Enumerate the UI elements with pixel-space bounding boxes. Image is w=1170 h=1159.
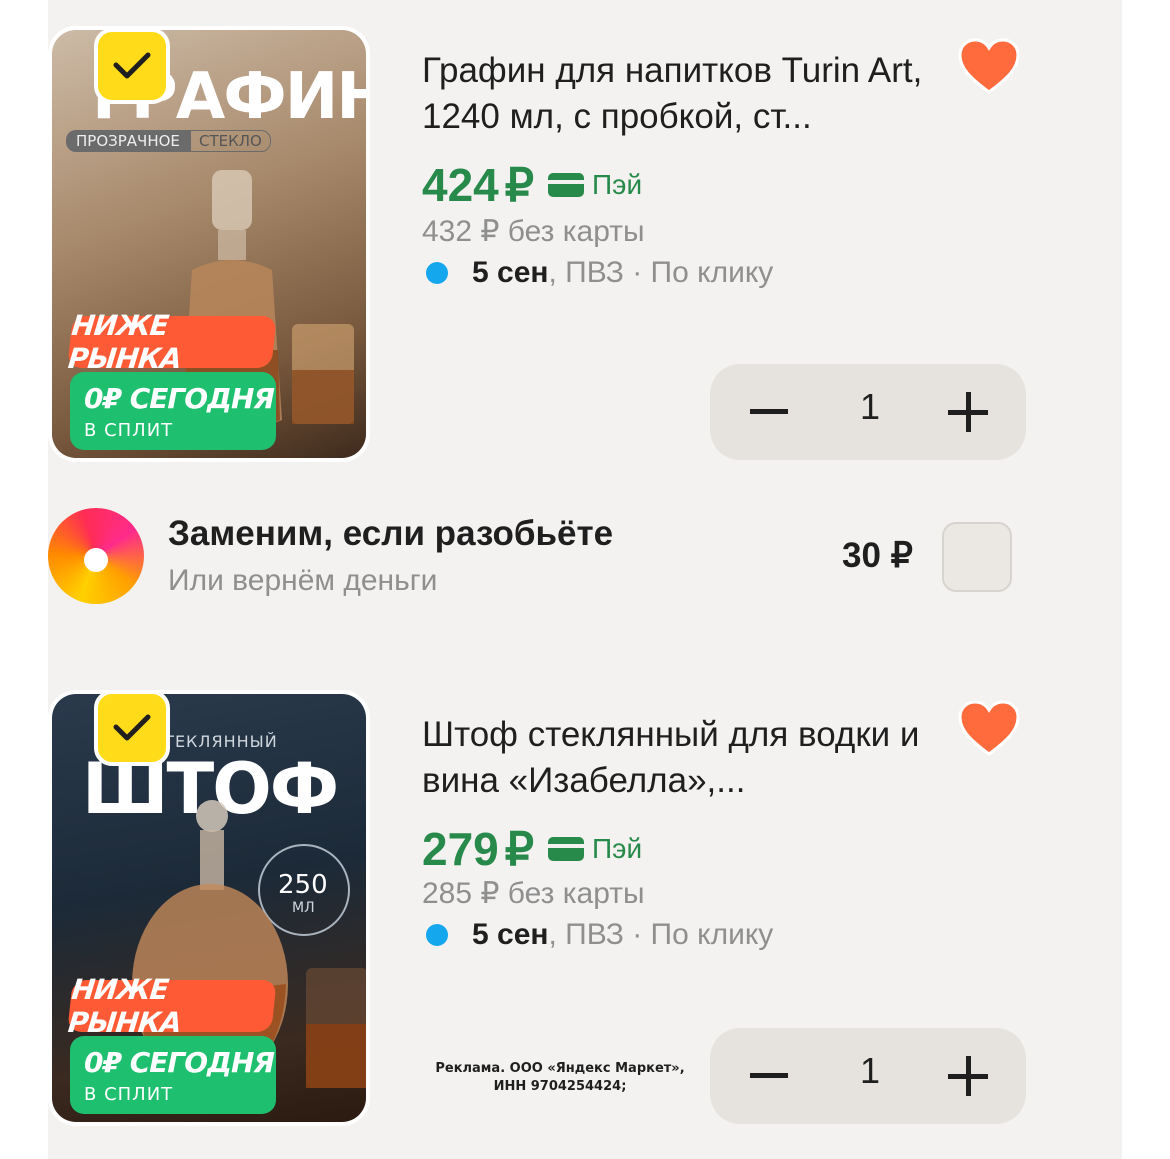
glass-illustration (306, 968, 366, 1088)
image-unit: МЛ (292, 900, 315, 916)
pay-text: Пэй (592, 169, 643, 200)
increase-button[interactable] (948, 1056, 988, 1096)
delivery-details: , ПВЗ · По клику (548, 256, 774, 289)
pay-label: Пэй (548, 833, 642, 865)
product-title[interactable]: Графин для напитков Turin Art, 1240 мл, … (422, 48, 962, 140)
insurance-checkbox[interactable] (942, 522, 1012, 592)
card-icon (548, 837, 585, 861)
decrease-button[interactable] (750, 1073, 788, 1078)
price-currency: ₽ (504, 159, 535, 211)
quantity-value: 1 (859, 1050, 881, 1091)
quantity-stepper: 1 (710, 1028, 1026, 1124)
insurance-price: 30 ₽ (842, 536, 913, 575)
badge-split-sub: В СПЛИТ (84, 1084, 174, 1105)
decrease-button[interactable] (750, 409, 788, 414)
pay-text: Пэй (592, 833, 643, 864)
delivery-dot-icon (426, 924, 448, 946)
price-value: 424 (422, 159, 499, 211)
insurance-title: Заменим, если разобьёте (168, 514, 614, 553)
increase-button[interactable] (948, 392, 988, 432)
price-without-card: 432 ₽ без карты (422, 215, 645, 248)
delivery-info: 5 сен , ПВЗ · По клику (422, 256, 773, 290)
product-price: 424 ₽ Пэй (422, 158, 642, 212)
delivery-date: 5 сен (472, 256, 549, 289)
checkmark-icon (113, 714, 151, 741)
badge-split: 0₽ СЕГОДНЯ В СПЛИТ (70, 1036, 276, 1114)
delivery-info: 5 сен , ПВЗ · По клику (422, 918, 773, 952)
delivery-dot-icon (426, 262, 448, 284)
select-checkbox-2[interactable] (94, 690, 170, 766)
favorite-heart-icon[interactable] (958, 700, 1020, 756)
product-price: 279 ₽ Пэй (422, 822, 642, 876)
image-sub: СТЕКЛО (190, 130, 271, 152)
card-icon (548, 173, 585, 197)
price-value: 279 (422, 823, 499, 875)
select-checkbox-1[interactable] (94, 28, 170, 104)
badge-split: 0₽ СЕГОДНЯ В СПЛИТ (70, 372, 276, 450)
pay-label: Пэй (548, 169, 642, 201)
quantity-value: 1 (859, 386, 881, 427)
price-currency: ₽ (504, 823, 535, 875)
delivery-details: , ПВЗ · По клику (548, 918, 774, 951)
insurance-subtitle: Или вернём деньги (168, 564, 438, 597)
ad-disclaimer: Реклама. ООО «Яндекс Маркет», ИНН 970425… (435, 1061, 685, 1094)
glass-illustration (292, 324, 354, 424)
favorite-heart-icon[interactable] (958, 38, 1020, 94)
insurance-logo-icon (48, 508, 144, 604)
image-sub: ПРОЗРАЧНОЕ (66, 130, 190, 152)
price-without-card: 285 ₽ без карты (422, 877, 645, 910)
badge-split-sub: В СПЛИТ (84, 420, 174, 441)
badge-split-main: 0₽ СЕГОДНЯ (84, 1046, 275, 1079)
badge-below-market: НИЖЕ РЫНКА (67, 973, 277, 1039)
delivery-date: 5 сен (472, 918, 549, 951)
checkmark-icon (113, 52, 151, 79)
product-title[interactable]: Штоф стеклянный для водки и вина «Изабел… (422, 712, 962, 804)
badge-below-market: НИЖЕ РЫНКА (67, 309, 277, 375)
badge-split-main: 0₽ СЕГОДНЯ (84, 382, 275, 415)
quantity-stepper: 1 (710, 364, 1026, 460)
